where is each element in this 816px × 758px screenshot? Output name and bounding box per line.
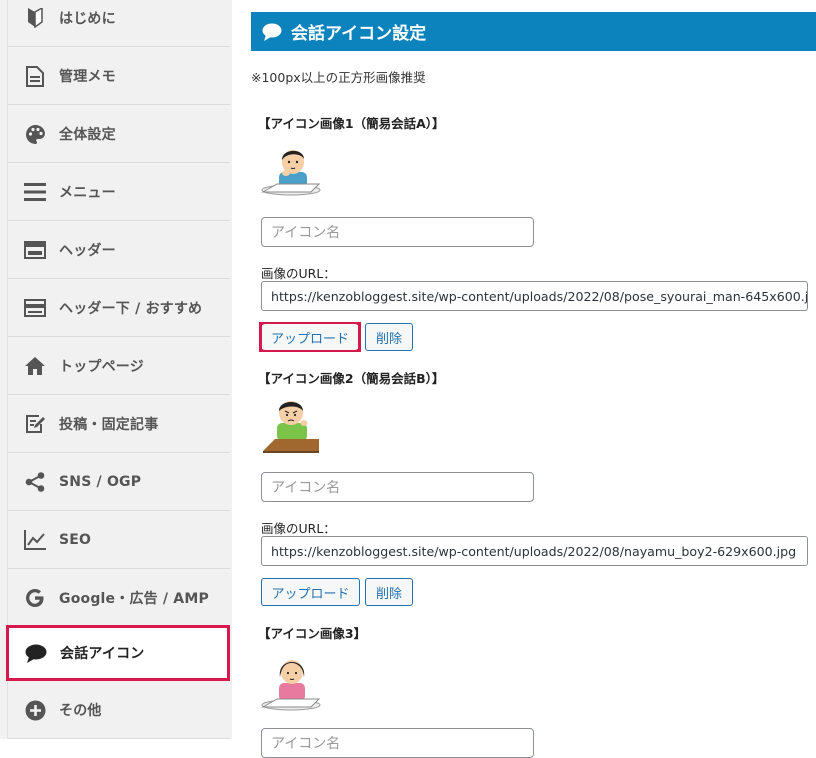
icon1-url-input[interactable]: https://kenzobloggest.site/wp-content/up… — [261, 281, 808, 311]
recommendation-note: ※100px以上の正方形画像推奨 — [251, 70, 426, 85]
sidebar-item-seo[interactable]: SEO — [8, 512, 230, 569]
icon3-image — [261, 651, 321, 711]
home-icon — [24, 355, 46, 377]
speech-bubble-icon — [262, 22, 282, 42]
beginner-mark-icon — [24, 7, 46, 29]
icon2-upload-button[interactable]: アップロード — [261, 578, 360, 606]
sidebar-item-general-settings[interactable]: 全体設定 — [8, 106, 230, 163]
sidebar-item-label: 投稿・固定記事 — [59, 417, 159, 433]
sidebar-item-google[interactable]: Google・広告 / AMP — [8, 570, 230, 627]
sidebar-item-memo[interactable]: 管理メモ — [8, 48, 230, 105]
section-header: 会話アイコン設定 — [251, 12, 816, 51]
icon1-image — [261, 140, 321, 200]
sidebar: はじめに 管理メモ 全体設定 メニュー ヘッダー ヘッダー下 / おすすめ トッ… — [0, 0, 232, 739]
plus-circle-icon — [24, 699, 46, 721]
memo-icon — [24, 65, 46, 87]
chart-line-icon — [24, 529, 46, 551]
header-icon — [24, 239, 46, 261]
sidebar-item-other[interactable]: その他 — [8, 682, 230, 739]
icon1-title: 【アイコン画像1（簡易会話A）】 — [258, 116, 445, 131]
sidebar-item-label: SNS / OGP — [59, 474, 142, 490]
icon1-url-label: 画像のURL： — [261, 266, 336, 281]
icon3-name-input[interactable]: アイコン名 — [261, 728, 534, 758]
icon1-upload-button[interactable]: アップロード — [262, 324, 358, 350]
under-header-icon — [24, 297, 46, 319]
sidebar-item-label: ヘッダー — [59, 243, 116, 259]
sidebar-item-label: 全体設定 — [59, 127, 116, 143]
sidebar-item-header[interactable]: ヘッダー — [8, 222, 230, 279]
sidebar-item-label: ヘッダー下 / おすすめ — [59, 301, 203, 317]
sidebar-item-label: はじめに — [59, 11, 116, 27]
icon2-url-input[interactable]: https://kenzobloggest.site/wp-content/up… — [261, 536, 808, 566]
icon2-url-label: 画像のURL： — [261, 521, 336, 536]
menu-icon — [24, 181, 46, 203]
sidebar-item-label: トップページ — [59, 359, 144, 375]
share-icon — [24, 471, 46, 493]
main-content: 会話アイコン設定 ※100px以上の正方形画像推奨 【アイコン画像1（簡易会話A… — [232, 0, 816, 758]
page-title: 会話アイコン設定 — [291, 24, 427, 44]
icon2-image — [261, 395, 321, 455]
icon1-name-input[interactable]: アイコン名 — [261, 217, 534, 247]
sidebar-item-label: 会話アイコン — [60, 646, 145, 662]
sidebar-item-sns[interactable]: SNS / OGP — [8, 454, 230, 511]
sidebar-item-posts[interactable]: 投稿・固定記事 — [8, 396, 230, 453]
sidebar-item-conversation-icon[interactable]: 会話アイコン — [6, 625, 230, 681]
sidebar-item-top-page[interactable]: トップページ — [8, 338, 230, 395]
google-icon — [24, 587, 46, 609]
icon2-delete-button[interactable]: 削除 — [365, 578, 413, 606]
icon1-delete-button[interactable]: 削除 — [365, 323, 413, 351]
sidebar-item-label: SEO — [59, 532, 92, 548]
palette-icon — [24, 123, 46, 145]
sidebar-item-beginner[interactable]: はじめに — [8, 0, 230, 47]
icon2-name-input[interactable]: アイコン名 — [261, 472, 534, 502]
sidebar-item-label: メニュー — [59, 185, 116, 201]
icon2-title: 【アイコン画像2（簡易会話B）】 — [258, 371, 445, 386]
edit-post-icon — [24, 413, 46, 435]
sidebar-item-under-header[interactable]: ヘッダー下 / おすすめ — [8, 280, 230, 337]
sidebar-item-label: その他 — [59, 703, 102, 719]
sidebar-item-label: Google・広告 / AMP — [59, 591, 209, 607]
icon3-title: 【アイコン画像3】 — [258, 626, 367, 641]
sidebar-item-menu[interactable]: メニュー — [8, 164, 230, 221]
sidebar-item-label: 管理メモ — [59, 69, 116, 85]
speech-bubble-icon — [25, 642, 47, 664]
